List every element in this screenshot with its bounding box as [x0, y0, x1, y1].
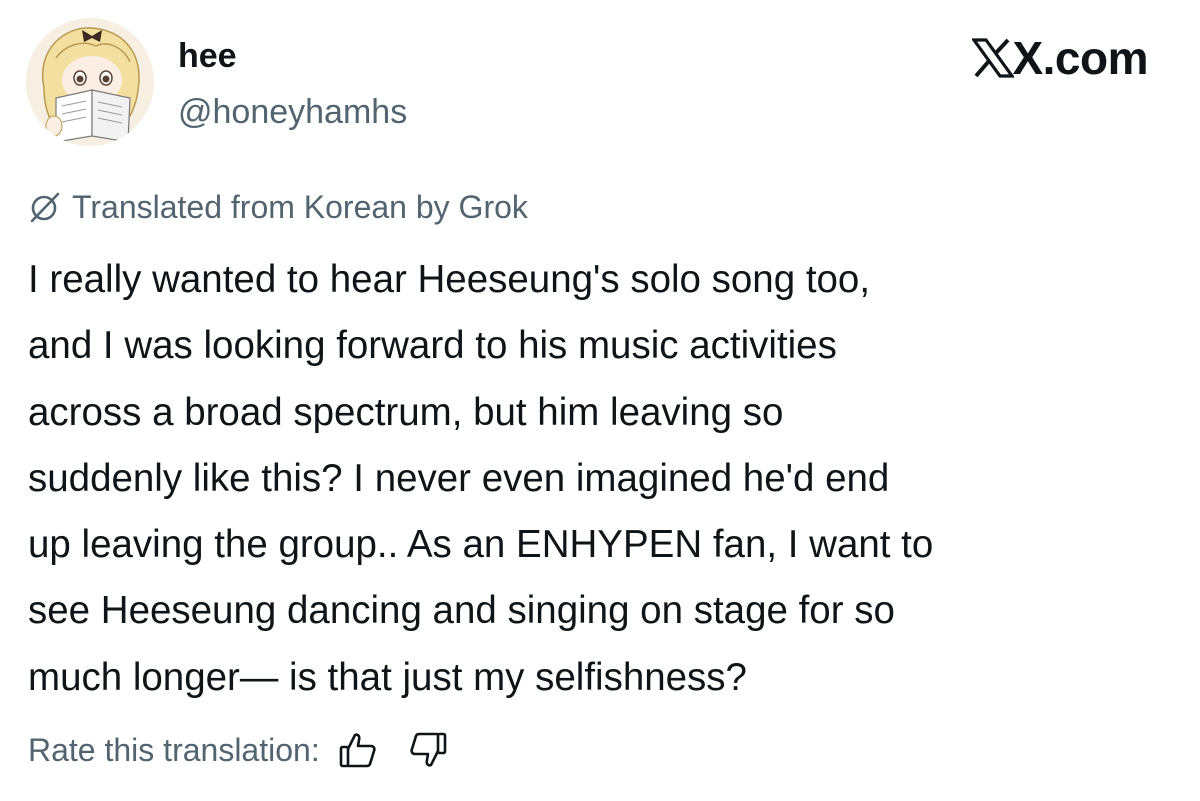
post-text-line: up leaving the group.. As an ENHYPEN fan… — [28, 523, 934, 567]
post-text-line: suddenly like this? I never even imagine… — [28, 456, 890, 500]
user-handle[interactable]: @honeyhamhs — [178, 92, 407, 132]
post-text-line: see Heeseung dancing and singing on stag… — [28, 589, 895, 633]
post-text: I really wanted to hear Heeseung's solo … — [28, 247, 1178, 711]
thumbs-down-icon[interactable] — [408, 730, 448, 770]
brand-watermark: X.com — [971, 32, 1148, 84]
tweet-card: hee @honeyhamhs X.com Translated from Ko… — [0, 0, 1200, 801]
brand-domain: X.com — [1012, 32, 1148, 84]
translation-note[interactable]: Translated from Korean by Grok — [28, 187, 528, 227]
thumbs-up-icon[interactable] — [338, 730, 378, 770]
translation-note-text: Translated from Korean by Grok — [72, 188, 528, 225]
post-text-line: much longer— is that just my selfishness… — [28, 655, 747, 699]
display-name[interactable]: hee — [178, 36, 237, 76]
post-text-line: across a broad spectrum, but him leaving… — [28, 390, 784, 434]
rate-translation-row: Rate this translation: — [28, 725, 478, 775]
x-logo-icon — [971, 38, 1016, 78]
avatar[interactable] — [26, 18, 154, 146]
post-text-line: I really wanted to hear Heeseung's solo … — [28, 258, 871, 301]
rate-translation-label: Rate this translation: — [28, 731, 320, 768]
grok-icon — [28, 190, 62, 224]
anime-girl-reading-avatar-icon — [26, 18, 154, 146]
post-text-line: and I was looking forward to his music a… — [28, 324, 837, 368]
